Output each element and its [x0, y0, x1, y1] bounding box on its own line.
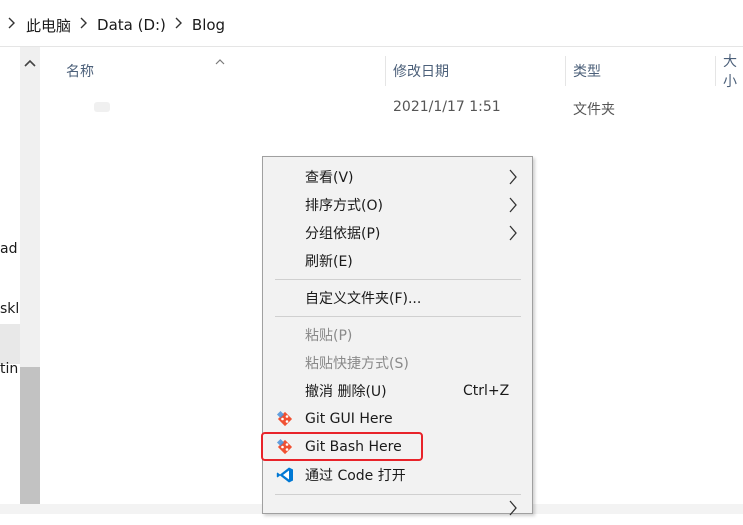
column-divider[interactable]: [715, 56, 716, 86]
file-type: 文件夹: [573, 102, 615, 118]
menu-item-customize-folder[interactable]: 自定义文件夹(F)...: [263, 284, 532, 312]
column-header-name[interactable]: 名称: [66, 52, 94, 90]
chevron-right-icon[interactable]: [175, 17, 183, 33]
menu-separator: [275, 316, 521, 317]
menu-item-view[interactable]: 查看(V): [263, 163, 532, 191]
shortcut-hint: Ctrl+Z: [463, 383, 510, 399]
table-row[interactable]: 2021/1/17 1:51 文件夹: [48, 95, 743, 121]
chevron-right-icon[interactable]: [8, 17, 16, 33]
column-divider[interactable]: [385, 56, 386, 86]
scroll-up-icon[interactable]: [20, 51, 40, 75]
scrollbar-thumb[interactable]: [20, 367, 40, 507]
chevron-right-icon: [508, 168, 518, 190]
file-name-redacted: [94, 102, 110, 112]
chevron-right-icon: [508, 196, 518, 218]
menu-item-more[interactable]: [263, 497, 532, 525]
git-icon: [276, 410, 294, 428]
chevron-right-icon[interactable]: [80, 17, 88, 33]
nav-item-label[interactable]: ad: [0, 241, 17, 257]
column-divider[interactable]: [565, 56, 566, 86]
column-header-type[interactable]: 类型: [573, 52, 601, 90]
nav-scrollbar[interactable]: [20, 47, 40, 507]
menu-item-paste[interactable]: 粘贴(P): [263, 321, 532, 349]
navigation-pane: ad skl tin: [0, 47, 42, 514]
breadcrumb-this-pc[interactable]: 此电脑: [26, 15, 71, 36]
chevron-right-icon: [508, 499, 518, 521]
column-header-size[interactable]: 大小: [723, 52, 743, 90]
menu-item-paste-shortcut[interactable]: 粘贴快捷方式(S): [263, 349, 532, 377]
address-bar[interactable]: 此电脑 Data (D:) Blog: [0, 6, 743, 44]
menu-item-group[interactable]: 分组依据(P): [263, 219, 532, 247]
breadcrumb-blog[interactable]: Blog: [192, 16, 225, 34]
menu-separator: [275, 494, 521, 495]
nav-item-label[interactable]: tin: [0, 361, 18, 377]
divider: [0, 46, 743, 47]
vscode-icon: [276, 466, 294, 484]
menu-item-open-with-code[interactable]: 通过 Code 打开: [263, 461, 532, 489]
sort-ascending-icon: [214, 51, 226, 70]
menu-item-undo-delete[interactable]: 撤消 删除(U) Ctrl+Z: [263, 377, 532, 405]
menu-item-refresh[interactable]: 刷新(E): [263, 247, 532, 275]
menu-item-sort[interactable]: 排序方式(O): [263, 191, 532, 219]
column-header-date[interactable]: 修改日期: [393, 52, 449, 90]
annotation-highlight-box: [261, 432, 423, 461]
nav-item-selected[interactable]: [0, 324, 20, 364]
chevron-right-icon: [508, 224, 518, 246]
file-date: 2021/1/17 1:51: [393, 99, 501, 115]
nav-item-label[interactable]: skl: [0, 301, 19, 317]
breadcrumb-data-drive[interactable]: Data (D:): [97, 16, 166, 34]
menu-item-git-gui[interactable]: Git GUI Here: [263, 405, 532, 433]
menu-separator: [275, 279, 521, 280]
